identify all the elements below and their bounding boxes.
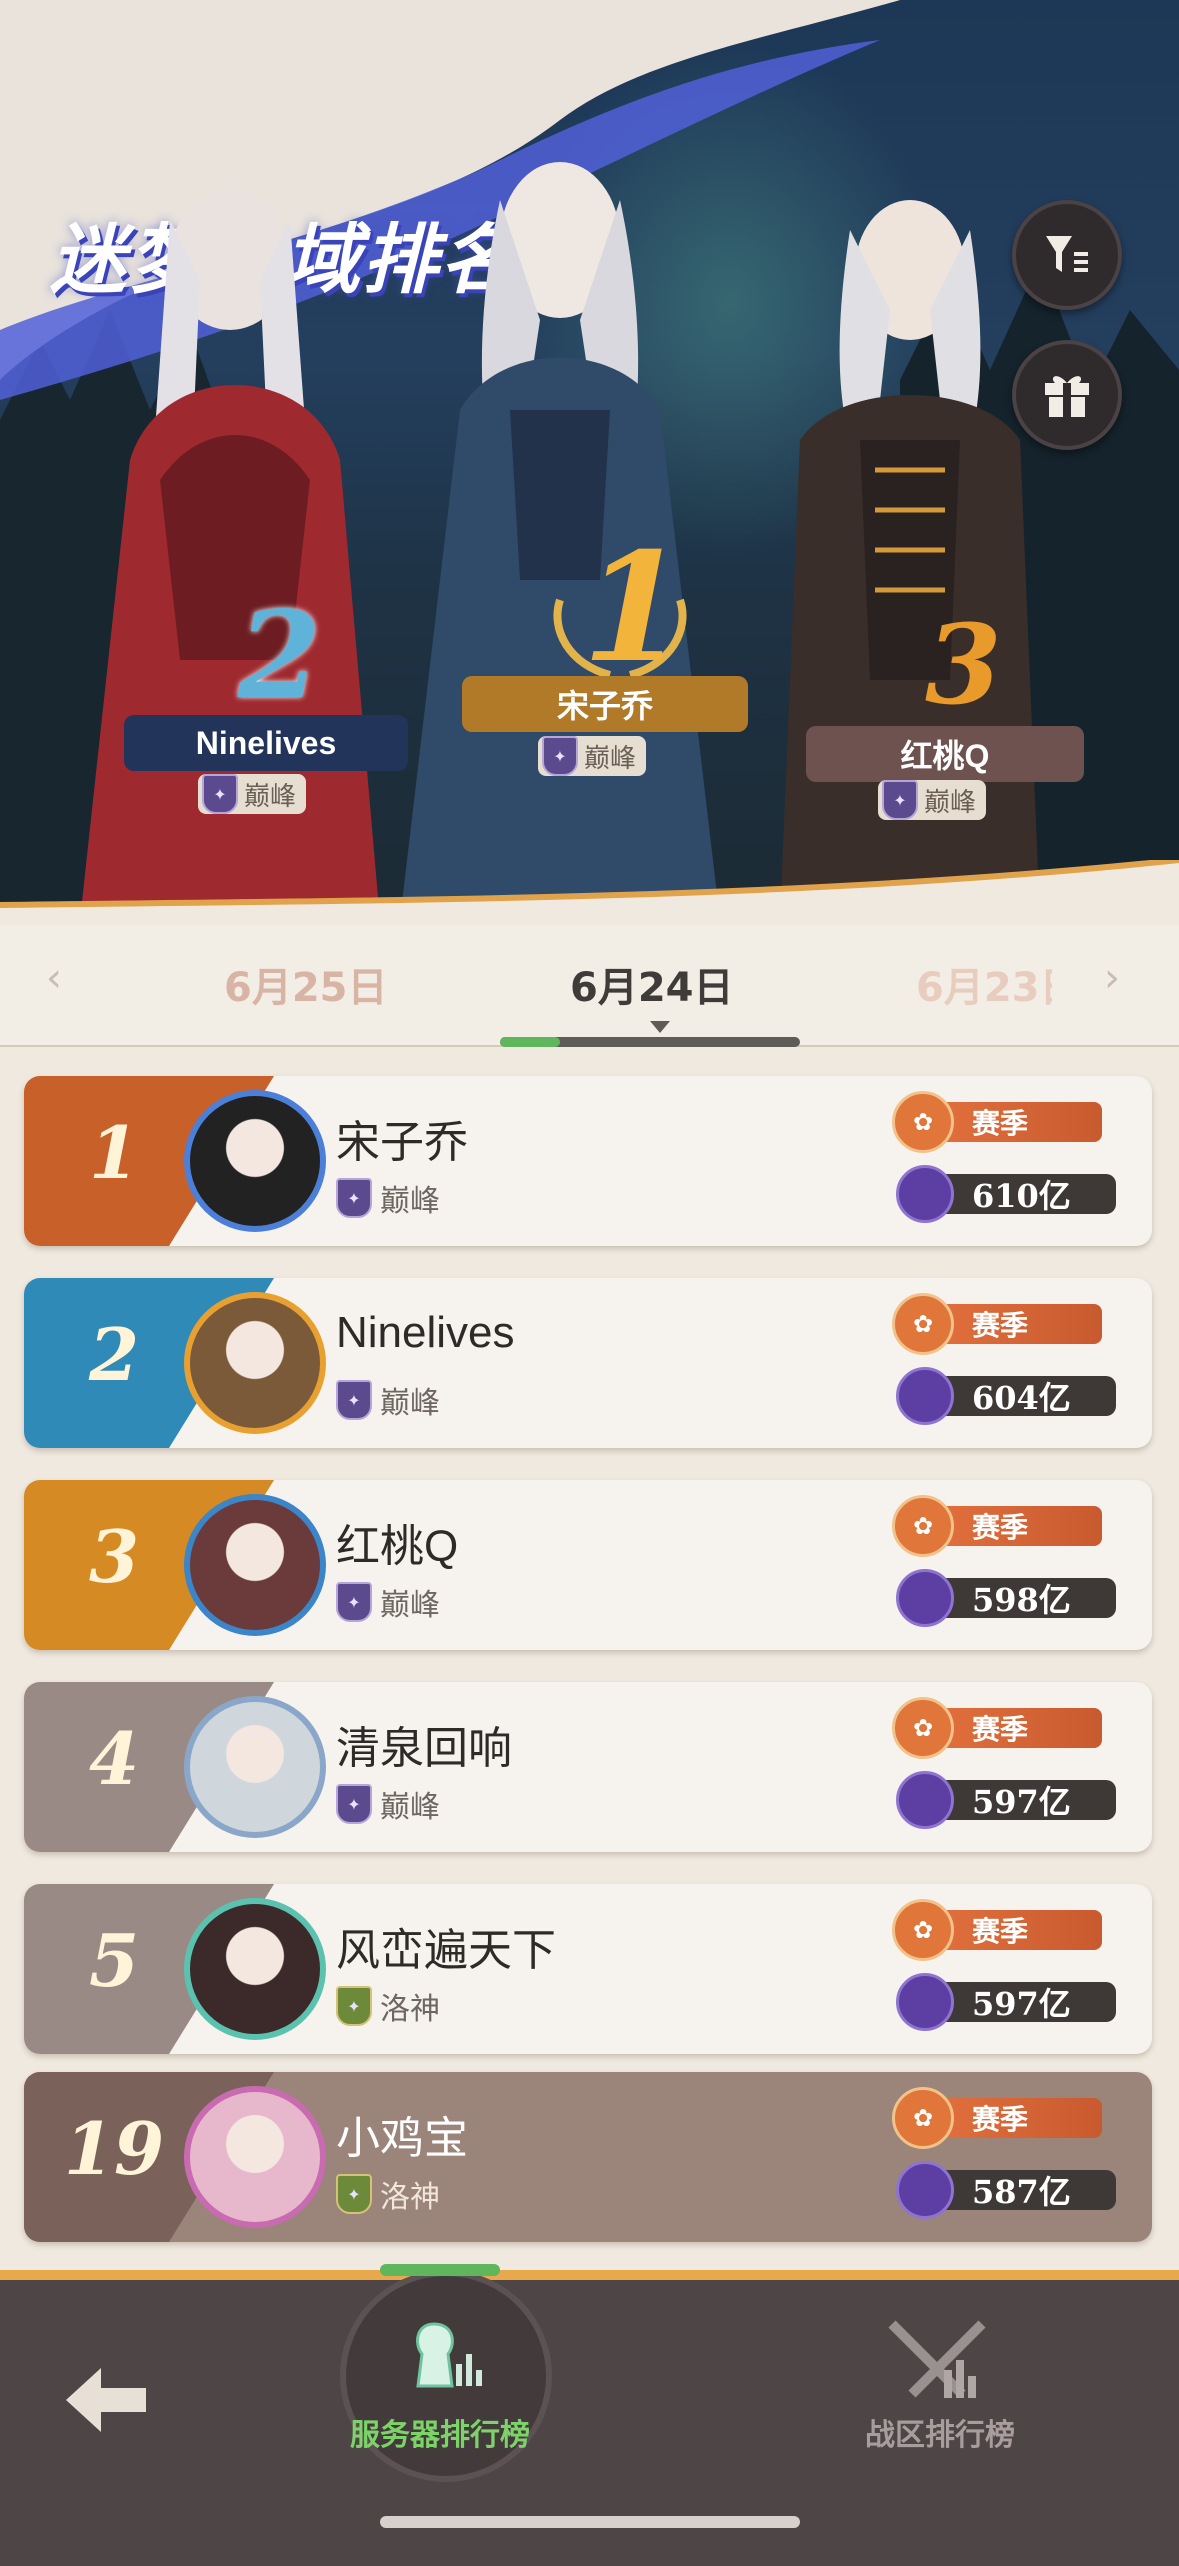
hero-bottom-curve (0, 860, 1179, 925)
player-name: 小鸡宝 (336, 2114, 468, 2163)
avatar[interactable] (184, 1494, 326, 1636)
zone-rank-tab[interactable]: 战区排行榜 (820, 2280, 1060, 2520)
avatar[interactable] (184, 1696, 326, 1838)
rank-number: 4 (88, 1716, 140, 1801)
player-name: 宋子乔 (336, 1118, 468, 1167)
rank-number: 1 (88, 1110, 140, 1195)
season-coin-icon: ✿ (892, 1899, 954, 1961)
podium-name-3: 红桃Q (806, 726, 1084, 782)
season-badge: ✿ 赛季 (892, 1697, 1102, 1759)
podium-rank-2: 2 (238, 585, 322, 726)
season-coin-icon: ✿ (892, 1293, 954, 1355)
next-date-arrow-icon[interactable]: › (1104, 955, 1120, 1001)
rank-row[interactable]: 5 风峦遍天下 ✦ 洛神 ✿ 赛季 597亿 (24, 1884, 1152, 2054)
zone-rank-label: 战区排行榜 (865, 2418, 1015, 2453)
tier-shield-icon: ✦ (882, 780, 918, 820)
filter-icon (1046, 236, 1088, 272)
podium-tier-1: ✦ 巅峰 (538, 736, 647, 776)
bottom-nav: 服务器排行榜 战区排行榜 (0, 2264, 1179, 2566)
tier-shield-icon: ✦ (202, 774, 238, 814)
gift-box-icon (1045, 376, 1089, 417)
rank-number: 2 (88, 1312, 140, 1397)
rank-row[interactable]: 1 宋子乔 ✦ 巅峰 ✿ 赛季 610亿 (24, 1076, 1152, 1246)
tab-current-date[interactable]: 6月24日 (570, 955, 734, 1013)
player-name: 红桃Q (336, 1522, 459, 1571)
season-coin-icon: ✿ (892, 1495, 954, 1557)
tier: ✦ 洛神 (336, 1984, 440, 2028)
tier-shield-icon: ✦ (542, 736, 578, 776)
hero-banner: 迷梦之域排名 (0, 0, 1179, 925)
purple-gem-icon (896, 1973, 954, 2031)
rank-number: 3 (88, 1514, 140, 1599)
podium-rank-3: 3 (925, 600, 1002, 729)
tier: ✦ 巅峰 (336, 1782, 440, 1826)
player-name: Ninelives (336, 1308, 515, 1357)
season-badge: ✿ 赛季 (892, 1899, 1102, 1961)
podium-tier-3: ✦ 巅峰 (878, 780, 987, 820)
score: 597亿 (896, 1972, 1116, 2032)
score: 610亿 (896, 1164, 1116, 1224)
purple-gem-icon (896, 1569, 954, 1627)
rank-row[interactable]: 19 小鸡宝 ✦ 洛神 ✿ 赛季 587亿 (24, 2072, 1152, 2242)
score: 587亿 (896, 2160, 1116, 2220)
crossed-swords-icon (888, 2320, 986, 2398)
tier: ✦ 巅峰 (336, 1580, 440, 1624)
tier: ✦ 巅峰 (336, 1378, 440, 1422)
season-badge: ✿ 赛季 (892, 1495, 1102, 1557)
avatar[interactable] (184, 2086, 326, 2228)
purple-gem-icon (896, 2161, 954, 2219)
season-coin-icon: ✿ (892, 2087, 954, 2149)
season-coin-icon: ✿ (892, 1697, 954, 1759)
rank-number: 5 (88, 1918, 140, 2003)
back-button[interactable] (56, 2360, 156, 2440)
arrow-left-icon (66, 2368, 146, 2432)
score: 598亿 (896, 1568, 1116, 1628)
tier: ✦ 巅峰 (336, 1176, 440, 1220)
tier: ✦ 洛神 (336, 2172, 440, 2216)
prev-date-arrow-icon[interactable]: ‹ (46, 955, 62, 1001)
purple-gem-icon (896, 1367, 954, 1425)
podium-name-2: Ninelives (124, 715, 408, 771)
avatar[interactable] (184, 1090, 326, 1232)
score: 604亿 (896, 1366, 1116, 1426)
purple-gem-icon (896, 1165, 954, 1223)
server-rank-label: 服务器排行榜 (350, 2418, 530, 2453)
tier-shield-icon: ✦ (336, 1380, 372, 1420)
avatar[interactable] (184, 1898, 326, 2040)
filter-button[interactable] (1012, 200, 1122, 310)
tab-pointer (650, 1021, 670, 1033)
server-rank-tab[interactable]: 服务器排行榜 (300, 2264, 580, 2520)
podium-tier-2: ✦ 巅峰 (198, 774, 307, 814)
tab-indicator (500, 1037, 800, 1047)
purple-gem-icon (896, 1771, 954, 1829)
tab-prev-date[interactable]: 6月25日 (224, 955, 388, 1013)
tier-shield-icon: ✦ (336, 1178, 372, 1218)
rank-row[interactable]: 4 清泉回响 ✦ 巅峰 ✿ 赛季 597亿 (24, 1682, 1152, 1852)
season-coin-icon: ✿ (892, 1091, 954, 1153)
tier-shield-icon: ✦ (336, 2174, 372, 2214)
podium-name-1: 宋子乔 (462, 676, 748, 732)
player-name: 风峦遍天下 (336, 1926, 556, 1975)
rank-row[interactable]: 2 Ninelives ✦ 巅峰 ✿ 赛季 604亿 (24, 1278, 1152, 1448)
date-tabs: ‹ 6月25日 6月24日 6月23日 › (0, 925, 1179, 1047)
avatar[interactable] (184, 1292, 326, 1434)
score: 597亿 (896, 1770, 1116, 1830)
rank-number: 19 (63, 2106, 165, 2191)
rank-row[interactable]: 3 红桃Q ✦ 巅峰 ✿ 赛季 598亿 (24, 1480, 1152, 1650)
gift-box-button[interactable] (1012, 340, 1122, 450)
tier-shield-icon: ✦ (336, 1582, 372, 1622)
season-badge: ✿ 赛季 (892, 1091, 1102, 1153)
server-rank-icon (416, 2322, 482, 2388)
tier-shield-icon: ✦ (336, 1986, 372, 2026)
season-badge: ✿ 赛季 (892, 2087, 1102, 2149)
season-badge: ✿ 赛季 (892, 1293, 1102, 1355)
tab-next-date[interactable]: 6月23日 (916, 955, 1052, 1013)
home-indicator (380, 2516, 800, 2528)
player-name: 清泉回响 (336, 1724, 512, 1773)
podium-rank-1: 1 (582, 520, 687, 696)
tier-shield-icon: ✦ (336, 1784, 372, 1824)
